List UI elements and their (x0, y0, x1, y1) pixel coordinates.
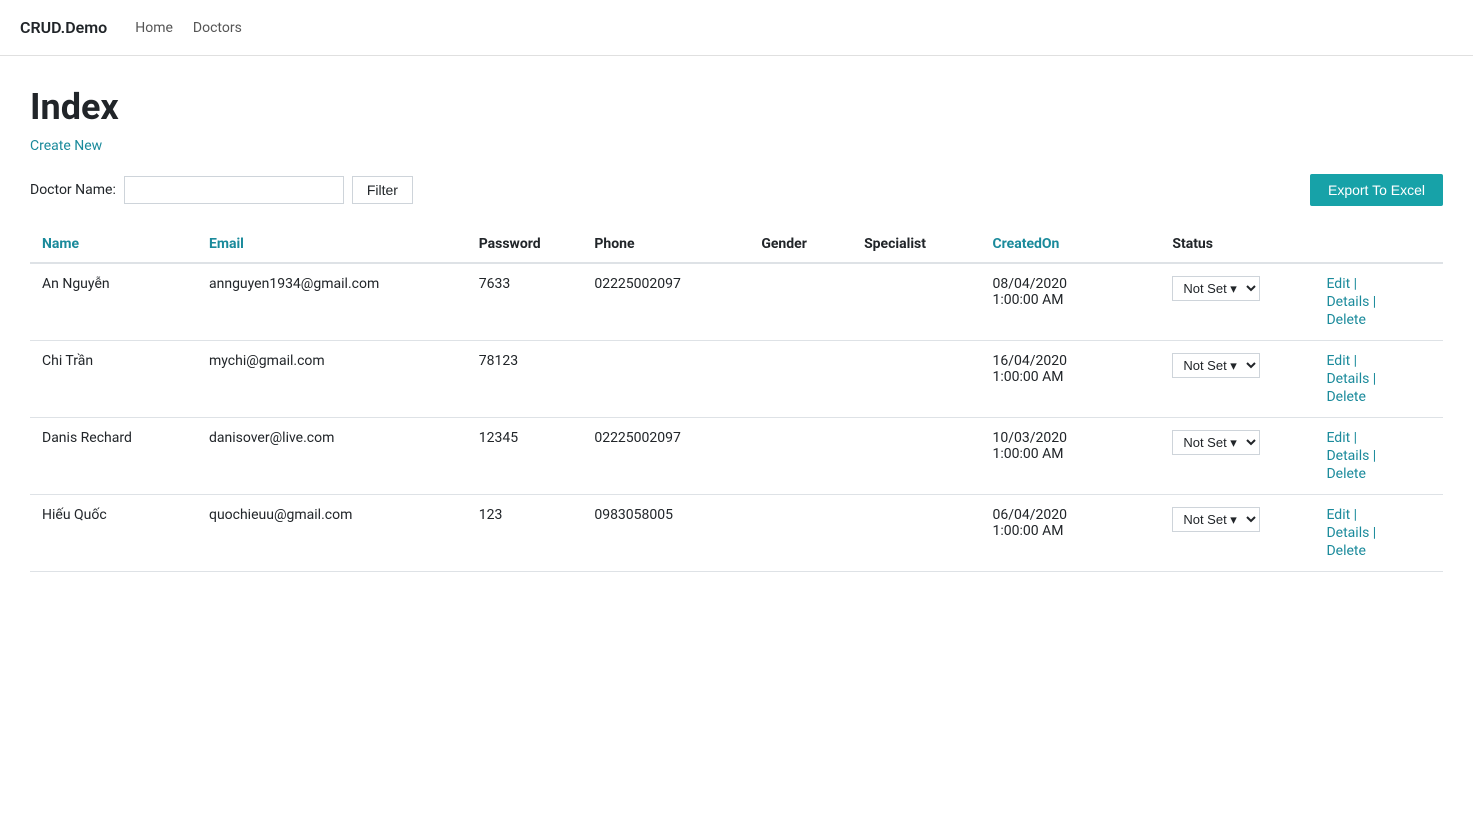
details-link[interactable]: Details | (1326, 371, 1431, 387)
cell-actions: Edit | Details | Delete (1314, 418, 1443, 495)
delete-link[interactable]: Delete (1326, 312, 1431, 328)
table-header-row: Name Email Password Phone Gender Special… (30, 226, 1443, 263)
cell-specialist (852, 418, 980, 495)
page-title: Index (30, 86, 1443, 128)
cell-email: mychi@gmail.com (197, 341, 467, 418)
cell-email: annguyen1934@gmail.com (197, 263, 467, 341)
action-links: Edit | Details | Delete (1326, 276, 1431, 328)
cell-createdon: 06/04/20201:00:00 AM (981, 495, 1161, 572)
table-row: Danis Rechard danisover@live.com 12345 0… (30, 418, 1443, 495)
cell-password: 7633 (467, 263, 583, 341)
edit-link[interactable]: Edit | (1326, 507, 1431, 523)
details-link[interactable]: Details | (1326, 448, 1431, 464)
cell-actions: Edit | Details | Delete (1314, 263, 1443, 341)
cell-gender (749, 341, 852, 418)
cell-name: An Nguyễn (30, 263, 197, 341)
nav-link-doctors[interactable]: Doctors (193, 20, 242, 36)
filter-label: Doctor Name: (30, 182, 116, 198)
cell-phone (582, 341, 749, 418)
cell-name: Danis Rechard (30, 418, 197, 495)
col-header-gender: Gender (749, 226, 852, 263)
create-new-link[interactable]: Create New (30, 138, 102, 154)
cell-specialist (852, 263, 980, 341)
col-header-actions (1314, 226, 1443, 263)
details-link[interactable]: Details | (1326, 294, 1431, 310)
col-header-name: Name (30, 226, 197, 263)
details-link[interactable]: Details | (1326, 525, 1431, 541)
doctors-table: Name Email Password Phone Gender Special… (30, 226, 1443, 572)
table-row: Hiếu Quốc quochieuu@gmail.com 123 098305… (30, 495, 1443, 572)
table-row: Chi Trần mychi@gmail.com 78123 16/04/202… (30, 341, 1443, 418)
cell-status[interactable]: Not Set ▾ Active Inactive (1160, 263, 1314, 341)
action-links: Edit | Details | Delete (1326, 430, 1431, 482)
cell-createdon: 16/04/20201:00:00 AM (981, 341, 1161, 418)
delete-link[interactable]: Delete (1326, 543, 1431, 559)
cell-specialist (852, 495, 980, 572)
nav-link-home[interactable]: Home (135, 20, 173, 36)
col-header-email: Email (197, 226, 467, 263)
cell-password: 78123 (467, 341, 583, 418)
cell-status[interactable]: Not Set ▾ Active Inactive (1160, 495, 1314, 572)
col-header-createdon: CreatedOn (981, 226, 1161, 263)
cell-specialist (852, 341, 980, 418)
cell-phone: 02225002097 (582, 263, 749, 341)
filter-button[interactable]: Filter (352, 176, 413, 204)
filter-left: Doctor Name: Filter (30, 176, 413, 204)
cell-password: 12345 (467, 418, 583, 495)
export-to-excel-button[interactable]: Export To Excel (1310, 174, 1443, 206)
cell-phone: 02225002097 (582, 418, 749, 495)
status-select[interactable]: Not Set ▾ Active Inactive (1172, 430, 1260, 455)
col-header-phone: Phone (582, 226, 749, 263)
cell-createdon: 08/04/20201:00:00 AM (981, 263, 1161, 341)
table-row: An Nguyễn annguyen1934@gmail.com 7633 02… (30, 263, 1443, 341)
cell-gender (749, 495, 852, 572)
status-select[interactable]: Not Set ▾ Active Inactive (1172, 276, 1260, 301)
cell-actions: Edit | Details | Delete (1314, 341, 1443, 418)
cell-createdon: 10/03/20201:00:00 AM (981, 418, 1161, 495)
doctor-name-input[interactable] (124, 176, 344, 204)
nav-links: Home Doctors (135, 20, 242, 36)
table-header: Name Email Password Phone Gender Special… (30, 226, 1443, 263)
filter-bar: Doctor Name: Filter Export To Excel (30, 174, 1443, 206)
cell-gender (749, 263, 852, 341)
col-header-password: Password (467, 226, 583, 263)
delete-link[interactable]: Delete (1326, 466, 1431, 482)
cell-password: 123 (467, 495, 583, 572)
cell-status[interactable]: Not Set ▾ Active Inactive (1160, 418, 1314, 495)
status-select[interactable]: Not Set ▾ Active Inactive (1172, 507, 1260, 532)
navbar-brand[interactable]: CRUD.Demo (20, 18, 107, 37)
edit-link[interactable]: Edit | (1326, 276, 1431, 292)
action-links: Edit | Details | Delete (1326, 353, 1431, 405)
navbar: CRUD.Demo Home Doctors (0, 0, 1473, 56)
action-links: Edit | Details | Delete (1326, 507, 1431, 559)
table-body: An Nguyễn annguyen1934@gmail.com 7633 02… (30, 263, 1443, 572)
cell-email: quochieuu@gmail.com (197, 495, 467, 572)
status-select[interactable]: Not Set ▾ Active Inactive (1172, 353, 1260, 378)
cell-name: Hiếu Quốc (30, 495, 197, 572)
edit-link[interactable]: Edit | (1326, 430, 1431, 446)
cell-status[interactable]: Not Set ▾ Active Inactive (1160, 341, 1314, 418)
col-header-status: Status (1160, 226, 1314, 263)
col-header-specialist: Specialist (852, 226, 980, 263)
cell-actions: Edit | Details | Delete (1314, 495, 1443, 572)
cell-gender (749, 418, 852, 495)
cell-phone: 0983058005 (582, 495, 749, 572)
cell-name: Chi Trần (30, 341, 197, 418)
main-content: Index Create New Doctor Name: Filter Exp… (0, 56, 1473, 602)
cell-email: danisover@live.com (197, 418, 467, 495)
edit-link[interactable]: Edit | (1326, 353, 1431, 369)
delete-link[interactable]: Delete (1326, 389, 1431, 405)
